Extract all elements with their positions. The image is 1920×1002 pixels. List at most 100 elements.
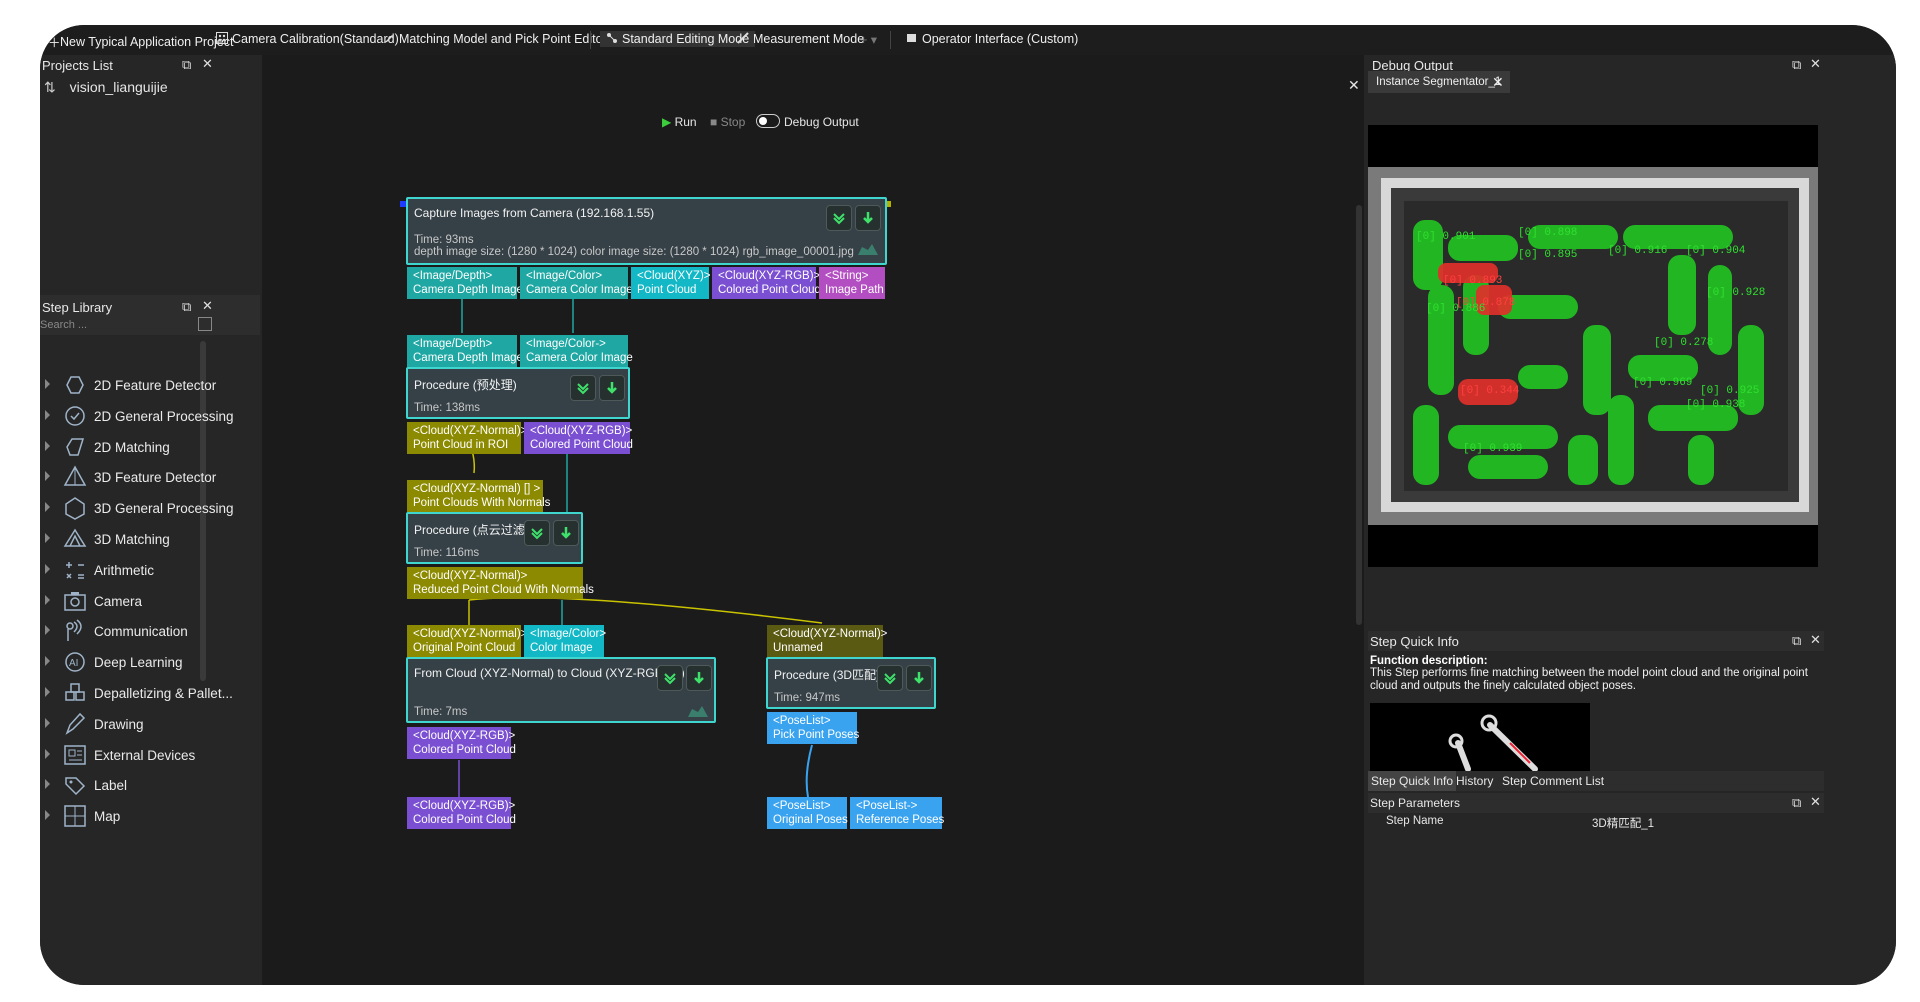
tab-history[interactable]: History — [1456, 774, 1493, 788]
image-viewer[interactable]: [0] 0.901 [0] 0.898 [0] 0.895 [0] 0.916 [0] … — [1368, 125, 1818, 567]
port-colored-cloud-next-input[interactable]: <Cloud(XYZ-RGB)> Colored Point Cloud — [407, 797, 516, 829]
library-search-input[interactable]: Search ... — [40, 319, 220, 335]
tab-step-comment-list[interactable]: Step Comment List — [1502, 774, 1604, 788]
expand-arrow-icon[interactable] — [45, 563, 50, 574]
float-panel-icon[interactable]: ⧉ — [1792, 795, 1801, 811]
library-item[interactable]: Arithmetic — [40, 555, 250, 585]
library-item[interactable]: 2D General Processing — [40, 401, 250, 431]
port-name: Image Path — [825, 284, 884, 296]
library-item[interactable]: 2D Feature Detector — [40, 370, 250, 400]
canvas-scrollbar[interactable] — [1356, 205, 1362, 625]
library-item[interactable]: 3D General Processing — [40, 493, 250, 523]
float-panel-icon[interactable]: ⧉ — [182, 299, 191, 315]
node-title: Procedure (3D匹配) — [774, 668, 881, 682]
close-icon[interactable]: ✕ — [1810, 632, 1821, 648]
graph-canvas[interactable]: ▶ Run ■ Stop Debug Output ✕ Capture Imag… — [262, 55, 1364, 985]
procedure-filter-node[interactable]: Procedure (点云过滤) Time: 116ms — [406, 512, 583, 564]
library-item-label: Camera — [94, 593, 143, 609]
close-icon[interactable]: ✕ — [1810, 794, 1821, 810]
expand-arrow-icon[interactable] — [45, 779, 50, 790]
standard-editing-mode-button[interactable]: Standard Editing Mode — [600, 31, 756, 47]
port-depth-input[interactable]: <Image/Depth> Camera Depth Image — [407, 335, 523, 367]
collapse-button[interactable] — [877, 665, 903, 691]
collapse-button[interactable] — [524, 520, 550, 546]
calibration-button[interactable]: Camera Calibration(Standard) — [216, 32, 399, 46]
debug-step-button[interactable] — [855, 205, 881, 231]
port-color-input[interactable]: <Image/Color-> Camera Color Image — [520, 335, 633, 367]
library-item[interactable]: Label — [40, 770, 250, 800]
procedure-preprocess-node[interactable]: Procedure (预处理) Time: 138ms — [406, 367, 630, 419]
expand-arrow-icon[interactable] — [45, 594, 50, 605]
port-roi-output[interactable]: <Cloud(XYZ-Normal)> Point Cloud in ROI — [407, 422, 527, 454]
expand-arrow-icon[interactable] — [45, 656, 50, 667]
close-icon[interactable]: ✕ — [202, 298, 213, 314]
port-original-poses-input[interactable]: <PoseList> Original Poses — [767, 797, 848, 829]
float-panel-icon[interactable]: ⧉ — [182, 57, 191, 73]
capture-output-port[interactable]: <Image/Color> Camera Color Image — [520, 267, 633, 299]
expand-arrow-icon[interactable] — [45, 687, 50, 697]
float-panel-icon[interactable]: ⧉ — [1792, 633, 1801, 649]
cloud-conversion-node[interactable]: From Cloud (XYZ-Normal) to Cloud (XYZ-RG… — [406, 657, 716, 723]
capture-output-port[interactable]: <Cloud(XYZ)> Point Cloud — [631, 267, 711, 299]
expand-arrow-icon[interactable] — [45, 533, 50, 543]
step-name-value[interactable]: 3D精匹配_1 — [1592, 815, 1654, 831]
expand-arrow-icon[interactable] — [45, 748, 50, 759]
close-icon[interactable]: ✕ — [1810, 56, 1821, 72]
expand-arrow-icon[interactable] — [45, 625, 50, 636]
close-icon[interactable]: ✕ — [1492, 74, 1504, 91]
procedure-3d-matching-node[interactable]: Procedure (3D匹配) Time: 947ms — [766, 657, 936, 709]
tab-step-quick-info[interactable]: Step Quick Info — [1368, 771, 1457, 791]
expand-arrow-icon[interactable] — [45, 717, 50, 728]
capture-output-port[interactable]: <Cloud(XYZ-RGB)> Colored Point Cloud — [712, 267, 821, 299]
library-item[interactable]: 3D Feature Detector — [40, 462, 250, 492]
expand-arrow-icon[interactable] — [45, 471, 50, 482]
function-description-text: This Step performs fine matching between… — [1370, 667, 1808, 692]
tab-instance-segmentator[interactable]: Instance Segmentator_1 ✕ — [1368, 71, 1510, 93]
node-time: Time: 7ms — [414, 706, 468, 718]
expand-arrow-icon[interactable] — [45, 409, 50, 420]
debug-step-button[interactable] — [599, 375, 625, 401]
port-normals-input[interactable]: <Cloud(XYZ-Normal) [] > Point Clouds With… — [407, 480, 550, 512]
port-original-cloud-input[interactable]: <Cloud(XYZ-Normal)> Original Point Cloud — [407, 625, 527, 657]
collapse-button[interactable] — [826, 205, 852, 231]
project-tree-item[interactable]: ⇅ vision_lianguijie — [44, 79, 168, 96]
port-type: <String> — [825, 270, 869, 282]
matching-editor-button[interactable]: Matching Model and Pick Point Editor — [383, 32, 607, 46]
port-pick-poses-output[interactable]: <PoseList> Pick Point Poses — [767, 712, 859, 744]
expand-arrow-icon[interactable] — [45, 379, 50, 389]
operator-interface-button[interactable]: Operator Interface (Custom) — [906, 32, 1078, 46]
collapse-button[interactable] — [570, 375, 596, 401]
port-colored-cloud-output[interactable]: <Cloud(XYZ-RGB)> Colored Point Cloud — [407, 727, 516, 759]
library-item[interactable]: External Devices — [40, 740, 250, 770]
port-reduced-output[interactable]: <Cloud(XYZ-Normal)> Reduced Point Cloud W… — [407, 567, 594, 599]
port-colored-output[interactable]: <Cloud(XYZ-RGB)> Colored Point Cloud — [524, 422, 633, 454]
library-item[interactable]: Map — [40, 801, 250, 831]
library-item[interactable]: Camera — [40, 586, 250, 616]
quick-info-title: Step Quick Info — [1370, 634, 1459, 649]
library-item[interactable]: 2D Matching — [40, 432, 250, 462]
port-unnamed-input[interactable]: <Cloud(XYZ-Normal)> Unnamed — [767, 625, 887, 657]
library-item[interactable]: Depalletizing & Pallet... — [40, 678, 250, 708]
capture-output-port[interactable]: <Image/Depth> Camera Depth Image — [407, 267, 523, 299]
new-project-button[interactable]: ＋New Typical Application Project — [48, 32, 233, 50]
library-item[interactable]: Communication — [40, 616, 250, 646]
toolbar-overflow-icon[interactable]: + ▾ — [860, 32, 877, 47]
expand-arrow-icon[interactable] — [45, 440, 50, 451]
capture-output-port[interactable]: <String> Image Path — [819, 267, 885, 299]
expand-arrow-icon[interactable] — [45, 502, 50, 513]
expand-arrow-icon[interactable] — [45, 810, 50, 821]
debug-step-button[interactable] — [553, 520, 579, 546]
capture-images-node[interactable]: Capture Images from Camera (192.168.1.55… — [406, 197, 887, 265]
port-color-image-input[interactable]: <Image/Color> Color Image — [524, 625, 606, 657]
library-item[interactable]: 3D Matching — [40, 524, 250, 554]
float-panel-icon[interactable]: ⧉ — [1792, 57, 1801, 73]
measurement-mode-button[interactable]: Measurement Mode — [737, 32, 864, 46]
filter-icon[interactable] — [198, 317, 212, 331]
debug-step-button[interactable] — [686, 665, 712, 691]
close-icon[interactable]: ✕ — [202, 56, 213, 72]
port-reference-poses-input[interactable]: <PoseList-> Reference Poses — [850, 797, 944, 829]
collapse-button[interactable] — [657, 665, 683, 691]
library-item[interactable]: Drawing — [40, 709, 250, 739]
library-item[interactable]: AI Deep Learning — [40, 647, 250, 677]
debug-step-button[interactable] — [906, 665, 932, 691]
